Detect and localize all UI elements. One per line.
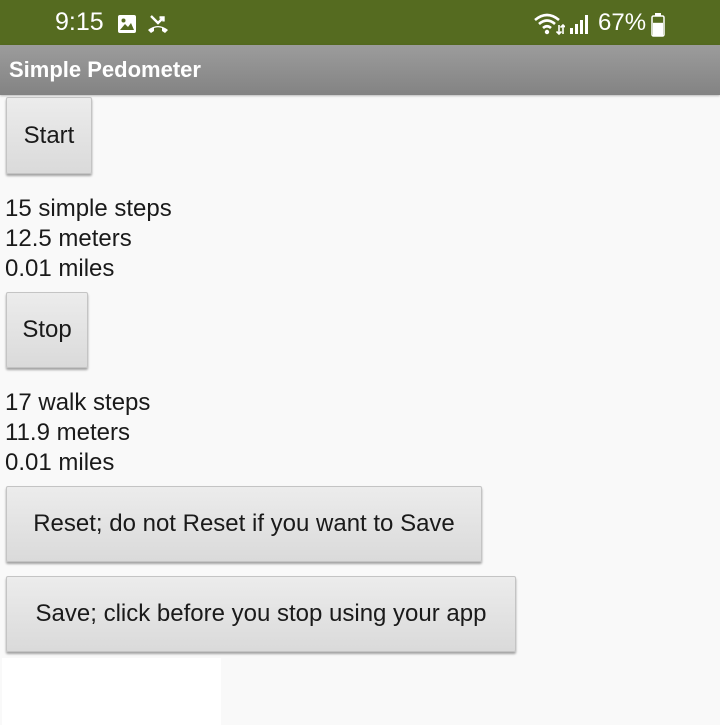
- walk-miles-label: 0.01 miles: [5, 449, 115, 476]
- status-time: 9:15: [55, 8, 104, 36]
- signal-icon: [569, 13, 591, 35]
- walk-steps-label: 17 walk steps: [5, 389, 151, 416]
- status-bar: 9:15 67%: [0, 0, 720, 45]
- simple-miles-label: 0.01 miles: [5, 255, 115, 282]
- save-button[interactable]: Save; click before you stop using your a…: [6, 576, 516, 652]
- start-button[interactable]: Start: [6, 97, 92, 174]
- battery-icon: [651, 13, 665, 37]
- blank-panel: [2, 658, 221, 725]
- walk-meters-label: 11.9 meters: [5, 419, 130, 446]
- missed-call-icon: [147, 14, 169, 34]
- simple-steps-label: 15 simple steps: [5, 195, 172, 222]
- app-title-bar: Simple Pedometer: [0, 45, 720, 95]
- simple-stats: 15 simple steps 12.5 meters 0.01 miles: [5, 194, 172, 284]
- reset-button[interactable]: Reset; do not Reset if you want to Save: [6, 486, 482, 562]
- battery-percent: 67%: [598, 9, 647, 36]
- wifi-icon: [533, 12, 566, 36]
- image-icon: [117, 14, 137, 34]
- walk-stats: 17 walk steps 11.9 meters 0.01 miles: [5, 388, 150, 478]
- app-title: Simple Pedometer: [9, 57, 201, 82]
- simple-meters-label: 12.5 meters: [5, 225, 132, 252]
- stop-button[interactable]: Stop: [6, 292, 88, 368]
